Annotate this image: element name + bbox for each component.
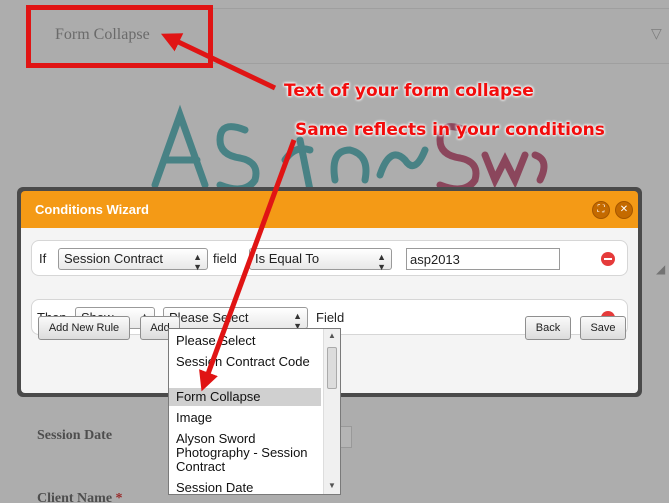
back-button[interactable]: Back (525, 316, 571, 340)
add-new-rule-button[interactable]: Add New Rule (38, 316, 130, 340)
scroll-up-icon[interactable]: ▲ (328, 331, 336, 340)
select-arrows-icon: ▲▼ (193, 252, 202, 272)
dropdown-option[interactable]: Alyson Sword Photography - Session Contr… (169, 430, 321, 476)
annotation-line-1: Text of your form collapse (284, 81, 534, 101)
then-field-word: Field (316, 310, 345, 325)
dropdown-option[interactable]: Session Contract Code (169, 353, 321, 385)
close-icon[interactable]: ✕ (615, 201, 633, 219)
select-arrows-icon: ▲▼ (377, 252, 386, 272)
highlight-box (26, 5, 213, 68)
condition-value-input[interactable]: asp2013 (406, 248, 560, 270)
target-field-select[interactable]: Please Select ▲ ▼ (163, 307, 308, 331)
if-field-word: field (213, 251, 237, 266)
save-button[interactable]: Save (580, 316, 626, 340)
dropdown-option[interactable]: Session Date (169, 479, 321, 495)
dropdown-scrollbar[interactable]: ▲ ▼ (323, 329, 340, 494)
operator-select[interactable]: Is Equal To ▲ ▼ (249, 248, 392, 272)
wizard-title: Conditions Wizard (35, 202, 149, 217)
maximize-icon[interactable]: ⛶ (592, 201, 610, 219)
dropdown-option[interactable]: Image (169, 409, 321, 425)
if-rule-row: If Session Contract ▲ ▼ field Is Equal To ▲… (31, 240, 628, 276)
target-field-dropdown-list[interactable]: Please Select Session Contract Code Form… (168, 328, 341, 495)
if-label: If (39, 251, 47, 266)
wizard-header: Conditions Wizard ⛶ ✕ (21, 191, 638, 228)
dropdown-option-selected[interactable]: Form Collapse (169, 388, 321, 406)
scrollbar-thumb[interactable] (327, 347, 337, 389)
dropdown-option[interactable]: Please Select (169, 332, 321, 348)
remove-condition-icon[interactable] (601, 252, 615, 266)
condition-field-select[interactable]: Session Contract ▲ ▼ (58, 248, 208, 272)
scroll-down-icon[interactable]: ▼ (328, 481, 336, 490)
annotation-line-2: Same reflects in your conditions (295, 120, 605, 140)
